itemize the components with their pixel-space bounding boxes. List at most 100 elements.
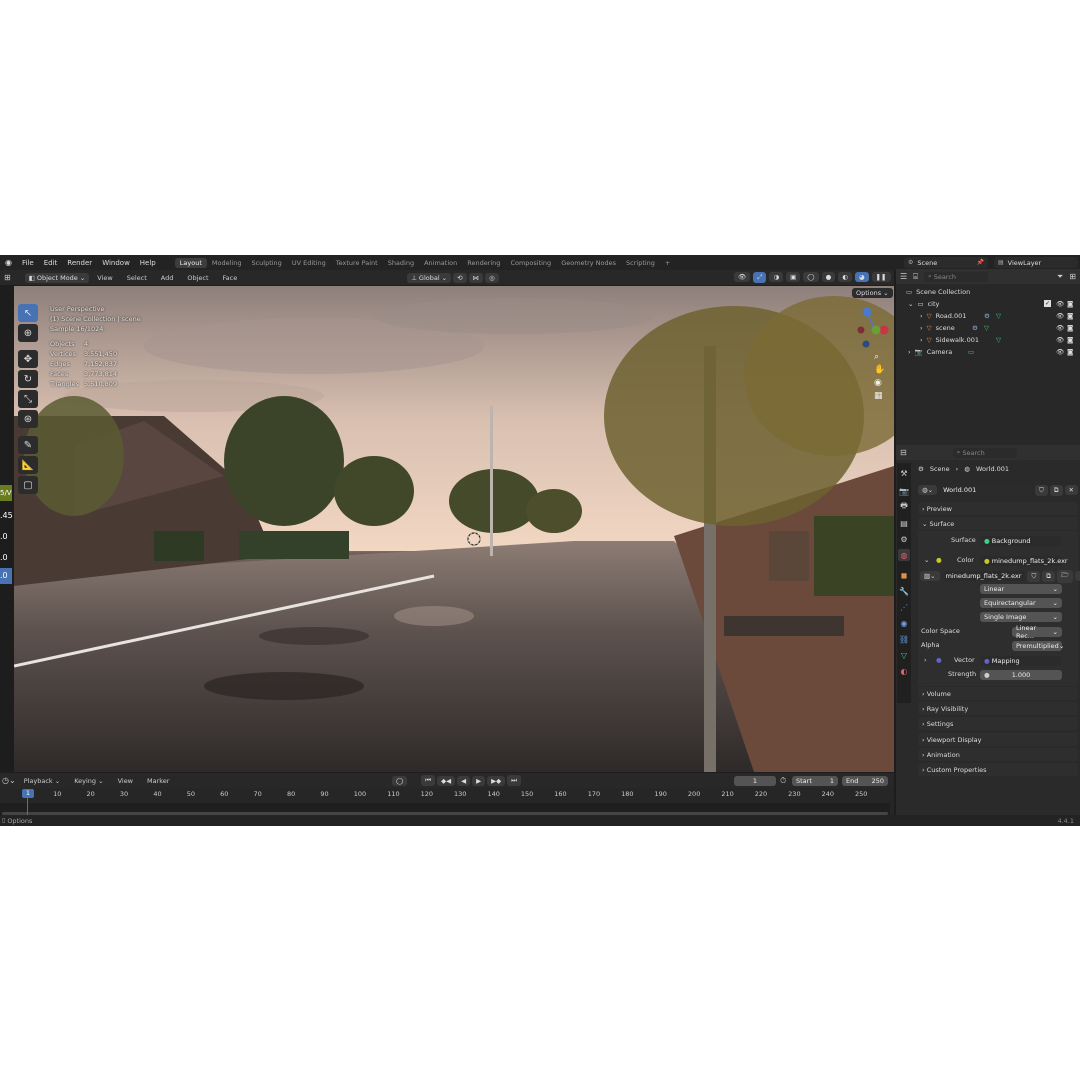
outliner-item-scene[interactable]: › ▽ scene ⚙ ▽ 👁 ◙ bbox=[896, 322, 1076, 334]
current-frame-field[interactable]: 1 bbox=[734, 776, 776, 786]
outliner-editor-icon[interactable]: ☰ bbox=[900, 272, 907, 281]
eye-icon[interactable]: 👁 bbox=[1056, 300, 1064, 308]
prev-keyframe-icon[interactable]: ◆◀ bbox=[437, 775, 456, 786]
shading-wireframe-icon[interactable]: ◯ bbox=[803, 272, 819, 282]
workspace-tab-compositing[interactable]: Compositing bbox=[505, 258, 556, 268]
navigation-gizmo[interactable] bbox=[854, 304, 894, 352]
shading-material-icon[interactable]: ◐ bbox=[838, 272, 852, 282]
new-collection-icon[interactable]: ⊞ bbox=[1069, 272, 1076, 281]
world-name-field[interactable]: World.001 bbox=[939, 485, 1034, 495]
settings-panel-header[interactable]: › Settings bbox=[918, 717, 1078, 730]
workspace-tab-geometry-nodes[interactable]: Geometry Nodes bbox=[556, 258, 621, 268]
alpha-dropdown[interactable]: Premultiplied ⌄ bbox=[1012, 641, 1064, 651]
viewport-options-button[interactable]: Options ⌄ bbox=[852, 288, 893, 298]
world-tab-icon[interactable]: ◍ bbox=[898, 549, 910, 561]
move-tool-icon[interactable]: ✥ bbox=[18, 350, 38, 368]
camera-render-icon[interactable]: ◙ bbox=[1067, 324, 1073, 332]
menu-help[interactable]: Help bbox=[135, 259, 161, 267]
add-cube-tool-icon[interactable]: ▢ bbox=[18, 476, 38, 494]
eye-icon[interactable]: 👁 bbox=[1056, 324, 1064, 332]
cursor-tool-icon[interactable]: ⊕ bbox=[18, 324, 38, 342]
workspace-tab-texture-paint[interactable]: Texture Paint bbox=[331, 258, 383, 268]
filter-icon[interactable]: ⏷ bbox=[1057, 272, 1063, 282]
workspace-tab-scripting[interactable]: Scripting bbox=[621, 258, 660, 268]
timeline-menu-view[interactable]: View bbox=[112, 777, 139, 785]
visibility-icon[interactable]: 👁 bbox=[734, 272, 751, 282]
perspective-toggle-icon[interactable]: ▦ bbox=[874, 391, 885, 401]
menu-render[interactable]: Render bbox=[62, 259, 97, 267]
preview-panel-header[interactable]: › Preview bbox=[918, 502, 1078, 515]
world-browse-icon[interactable]: ◍⌄ bbox=[918, 485, 938, 495]
workspace-tab-modeling[interactable]: Modeling bbox=[207, 258, 247, 268]
camera-render-icon[interactable]: ◙ bbox=[1067, 348, 1073, 356]
gizmo-toggle-icon[interactable]: ⤢ bbox=[753, 271, 767, 283]
image-name-field[interactable]: minedump_flats_2k.exr bbox=[941, 571, 1026, 581]
view-layer-tab-icon[interactable]: ▤ bbox=[898, 517, 910, 529]
menu-window[interactable]: Window bbox=[97, 259, 135, 267]
pan-hand-icon[interactable]: ✋ bbox=[874, 365, 885, 375]
camera-render-icon[interactable]: ◙ bbox=[1067, 312, 1073, 320]
stopwatch-icon[interactable]: ⏱ bbox=[780, 776, 786, 786]
eye-icon[interactable]: 👁 bbox=[1056, 336, 1064, 344]
transform-orientation-selector[interactable]: ⊥ Global ⌄ bbox=[407, 272, 452, 283]
custom-properties-panel-header[interactable]: › Custom Properties bbox=[918, 763, 1078, 776]
viewport-menu-object[interactable]: Object bbox=[181, 274, 214, 282]
display-mode-icon[interactable]: ⌸ bbox=[913, 272, 918, 282]
unlink-icon[interactable]: ✕ bbox=[1064, 485, 1078, 495]
vector-input-selector[interactable]: ● Mapping bbox=[980, 656, 1062, 666]
blender-logo-icon[interactable]: ◉ bbox=[0, 258, 17, 267]
eye-icon[interactable]: 👁 bbox=[1056, 312, 1064, 320]
physics-tab-icon[interactable]: ◉ bbox=[898, 617, 910, 629]
image-browse-icon[interactable]: ▨⌄ bbox=[920, 571, 940, 581]
open-folder-icon[interactable]: 🗁 bbox=[1056, 569, 1074, 583]
outliner-search-input[interactable]: ⌕ Search bbox=[923, 271, 988, 282]
add-workspace-button[interactable]: + bbox=[660, 258, 675, 268]
workspace-tab-uv-editing[interactable]: UV Editing bbox=[287, 258, 331, 268]
vector-expand-icon[interactable]: › bbox=[924, 656, 927, 664]
editor-type-icon[interactable]: ⊞ bbox=[4, 273, 11, 282]
timeline-menu-keying[interactable]: Keying ⌄ bbox=[68, 777, 109, 785]
outliner-item-road[interactable]: › ▽ Road.001 ⚙ ▽ 👁 ◙ bbox=[896, 310, 1076, 322]
unlink-icon[interactable]: ✕ bbox=[1075, 571, 1080, 581]
duplicate-icon[interactable]: ⧉ bbox=[1042, 570, 1055, 582]
scene-selector[interactable]: ⚙ Scene 📌 bbox=[904, 257, 988, 268]
outliner-item-city[interactable]: ⌄ ▭ city ✓ 👁 ◙ bbox=[896, 298, 1076, 310]
projection-dropdown[interactable]: Equirectangular ⌄ bbox=[980, 598, 1062, 608]
data-tab-icon[interactable]: ▽ bbox=[898, 649, 910, 661]
jump-start-icon[interactable]: ⏮ bbox=[421, 775, 436, 786]
camera-render-icon[interactable]: ◙ bbox=[1067, 300, 1073, 308]
play-icon[interactable]: ▶ bbox=[472, 775, 486, 786]
workspace-tab-animation[interactable]: Animation bbox=[419, 258, 462, 268]
color-space-dropdown[interactable]: Linear Rec... ⌄ bbox=[1012, 624, 1062, 640]
camera-view-icon[interactable]: ◉ bbox=[874, 378, 885, 388]
outliner-root[interactable]: ▭ Scene Collection bbox=[896, 286, 1076, 298]
timeline-editor-icon[interactable]: ◷⌄ bbox=[2, 776, 16, 785]
tool-tab-icon[interactable]: ⚒ bbox=[898, 467, 910, 479]
strength-slider[interactable]: ● 1.000 bbox=[980, 670, 1062, 680]
overlay-toggle-icon[interactable]: ◑ bbox=[769, 272, 784, 282]
start-frame-field[interactable]: Start 1 bbox=[792, 776, 838, 786]
surface-shader-selector[interactable]: ● Background bbox=[980, 536, 1062, 546]
render-tab-icon[interactable]: 📷 bbox=[898, 485, 910, 497]
surface-panel-header[interactable]: ⌄ Surface bbox=[918, 517, 1078, 530]
measure-tool-icon[interactable]: 📐 bbox=[18, 456, 38, 474]
zoom-icon[interactable]: ⌕ bbox=[874, 352, 885, 362]
color-expand-icon[interactable]: ⌄ bbox=[924, 556, 929, 564]
material-tab-icon[interactable]: ◐ bbox=[898, 665, 910, 677]
viewport-display-panel-header[interactable]: › Viewport Display bbox=[918, 733, 1078, 746]
workspace-tab-sculpting[interactable]: Sculpting bbox=[246, 258, 286, 268]
object-tab-icon[interactable]: ◼ bbox=[898, 569, 910, 581]
viewport-menu-view[interactable]: View bbox=[91, 274, 118, 282]
particles-tab-icon[interactable]: ⋰ bbox=[898, 601, 910, 613]
viewport-menu-select[interactable]: Select bbox=[121, 274, 153, 282]
autokey-record-icon[interactable]: ◯ bbox=[392, 775, 408, 786]
next-keyframe-icon[interactable]: ▶◆ bbox=[487, 775, 506, 786]
jump-end-icon[interactable]: ⏭ bbox=[507, 775, 521, 786]
viewlayer-selector[interactable]: ▤ ViewLayer bbox=[994, 257, 1078, 268]
pivot-selector[interactable]: ⟲ bbox=[453, 272, 467, 283]
duplicate-icon[interactable]: ⧉ bbox=[1049, 484, 1063, 496]
fake-user-icon[interactable]: ⛉ bbox=[1027, 570, 1041, 582]
modifiers-tab-icon[interactable]: 🔧 bbox=[898, 585, 910, 597]
breadcrumb-scene[interactable]: Scene bbox=[930, 465, 950, 473]
source-dropdown[interactable]: Single Image ⌄ bbox=[980, 612, 1062, 622]
